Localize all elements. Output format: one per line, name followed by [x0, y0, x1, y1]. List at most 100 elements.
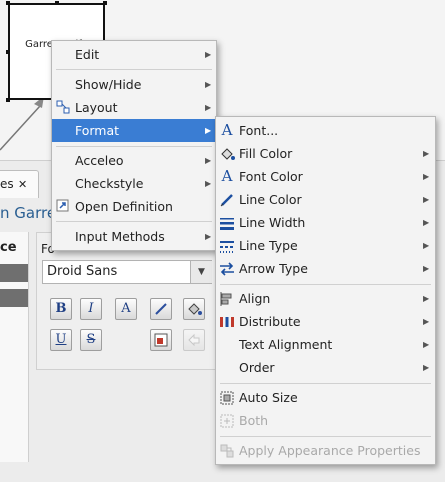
menu-item-label: Acceleo — [75, 153, 124, 168]
menu-item-label: Edit — [75, 47, 100, 62]
tab-label: es — [0, 177, 14, 191]
submenu-arrow-icon: ▶ — [205, 126, 212, 135]
category-header: ce — [0, 240, 17, 255]
resize-handle[interactable] — [6, 50, 10, 54]
line-color-button[interactable] — [150, 298, 172, 320]
menu-item-label: Font... — [239, 123, 279, 138]
menu-item-open-definition[interactable]: Open Definition — [52, 195, 216, 218]
submenu-arrow-icon: ▶ — [423, 317, 430, 326]
menu-separator — [220, 284, 431, 285]
undo-button[interactable] — [183, 329, 205, 351]
menu-item-align[interactable]: Align ▶ — [216, 287, 435, 310]
menu-item-label: Font Color — [239, 169, 303, 184]
properties-tab[interactable]: es ✕ — [0, 170, 39, 198]
menu-item-label: Line Width — [239, 215, 306, 230]
submenu-arrow-icon: ▶ — [423, 294, 430, 303]
submenu-arrow-icon: ▶ — [423, 172, 430, 181]
menu-item-show-hide[interactable]: Show/Hide ▶ — [52, 73, 216, 96]
font-color-icon: A — [221, 167, 233, 185]
menu-item-checkstyle[interactable]: Checkstyle ▶ — [52, 172, 216, 195]
submenu-arrow-icon: ▶ — [205, 103, 212, 112]
menu-item-label: Format — [75, 123, 120, 138]
close-icon[interactable]: ✕ — [18, 171, 27, 198]
italic-button[interactable]: I — [80, 298, 102, 320]
menu-item-layout[interactable]: Layout ▶ — [52, 96, 216, 119]
paint-bucket-icon — [188, 303, 202, 315]
context-menu: Edit ▶ Show/Hide ▶ Layout ▶ Format ▶ Acc… — [51, 40, 217, 251]
menu-item-input-methods[interactable]: Input Methods ▶ — [52, 225, 216, 248]
menu-item-label: Align — [239, 291, 271, 306]
resize-handle[interactable] — [6, 1, 10, 5]
submenu-arrow-icon: ▶ — [205, 50, 212, 59]
resize-handle[interactable] — [103, 1, 107, 5]
menu-item-order[interactable]: Order ▶ — [216, 356, 435, 379]
menu-item-acceleo[interactable]: Acceleo ▶ — [52, 149, 216, 172]
menu-item-fill-color[interactable]: Fill Color ▶ — [216, 142, 435, 165]
image-icon — [154, 333, 168, 347]
image-button[interactable] — [150, 329, 172, 351]
submenu-arrow-icon: ▶ — [423, 241, 430, 250]
menu-item-label: Line Color — [239, 192, 302, 207]
menu-separator — [56, 69, 212, 70]
menu-item-label: Both — [239, 413, 269, 428]
format-submenu: A Font... Fill Color ▶ A Font Color ▶ Li… — [215, 116, 436, 465]
menu-item-edit[interactable]: Edit ▶ — [52, 43, 216, 66]
menu-separator — [220, 383, 431, 384]
menu-item-line-type[interactable]: Line Type ▶ — [216, 234, 435, 257]
menu-item-label: Order — [239, 360, 275, 375]
menu-item-line-color[interactable]: Line Color ▶ — [216, 188, 435, 211]
category-item[interactable] — [0, 264, 28, 282]
menu-item-label: Auto Size — [239, 390, 298, 405]
menu-item-auto-size[interactable]: Auto Size — [216, 386, 435, 409]
submenu-arrow-icon: ▶ — [423, 149, 430, 158]
menu-item-font[interactable]: A Font... — [216, 119, 435, 142]
submenu-arrow-icon: ▶ — [205, 179, 212, 188]
menu-item-line-width[interactable]: Line Width ▶ — [216, 211, 435, 234]
submenu-arrow-icon: ▶ — [423, 218, 430, 227]
submenu-arrow-icon: ▶ — [423, 195, 430, 204]
menu-item-label: Input Methods — [75, 229, 165, 244]
resize-handle[interactable] — [6, 98, 10, 102]
font-combo-value: Droid Sans — [47, 264, 118, 279]
resize-handle[interactable] — [55, 1, 59, 5]
pen-icon — [155, 303, 167, 315]
underline-button[interactable]: U — [50, 329, 72, 351]
menu-item-format[interactable]: Format ▶ — [52, 119, 216, 142]
submenu-arrow-icon: ▶ — [205, 80, 212, 89]
menu-item-label: Layout — [75, 100, 118, 115]
menu-item-label: Text Alignment — [239, 337, 333, 352]
menu-separator — [56, 146, 212, 147]
apply-appearance-icon — [218, 439, 236, 467]
arrow-type-icon — [218, 257, 236, 285]
submenu-arrow-icon: ▶ — [205, 156, 212, 165]
menu-item-label: Apply Appearance Properties — [239, 443, 421, 458]
category-item[interactable] — [0, 289, 28, 307]
font-color-button[interactable]: A — [115, 298, 137, 320]
font-icon: A — [221, 121, 233, 139]
menu-separator — [220, 436, 431, 437]
menu-item-label: Open Definition — [75, 199, 173, 214]
menu-item-label: Fill Color — [239, 146, 293, 161]
submenu-arrow-icon: ▶ — [423, 363, 430, 372]
category-list: ce — [0, 232, 29, 462]
font-family-combo[interactable]: Droid Sans ▼ — [42, 260, 212, 284]
submenu-arrow-icon: ▶ — [423, 264, 430, 273]
menu-item-label: Show/Hide — [75, 77, 142, 92]
strikethrough-button[interactable]: S — [80, 329, 102, 351]
submenu-arrow-icon: ▶ — [423, 340, 430, 349]
chevron-down-icon[interactable]: ▼ — [190, 261, 212, 283]
menu-separator — [56, 221, 212, 222]
bold-button[interactable]: B — [50, 298, 72, 320]
undo-icon — [188, 333, 200, 347]
menu-item-apply-appearance[interactable]: Apply Appearance Properties — [216, 439, 435, 462]
open-definition-icon — [54, 195, 72, 221]
fill-color-button[interactable] — [183, 298, 205, 320]
both-icon — [218, 409, 236, 437]
menu-item-label: Checkstyle — [75, 176, 144, 191]
menu-item-both[interactable]: Both — [216, 409, 435, 432]
menu-item-distribute[interactable]: Distribute ▶ — [216, 310, 435, 333]
menu-item-arrow-type[interactable]: Arrow Type ▶ — [216, 257, 435, 280]
menu-item-label: Line Type — [239, 238, 298, 253]
menu-item-text-alignment[interactable]: Text Alignment ▶ — [216, 333, 435, 356]
menu-item-font-color[interactable]: A Font Color ▶ — [216, 165, 435, 188]
